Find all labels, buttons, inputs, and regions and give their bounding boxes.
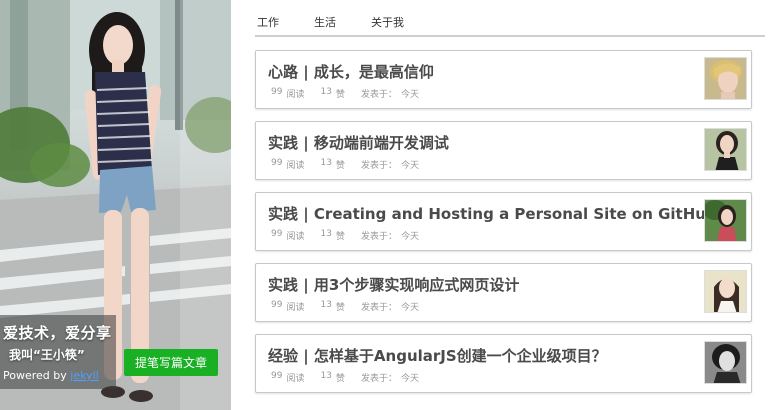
read-label: 阅读	[286, 161, 305, 171]
posted-label: 发表于：	[360, 374, 397, 384]
write-post-button[interactable]: 提笔写篇文章	[124, 349, 218, 376]
avatar-woman-long-hair-icon	[704, 270, 747, 313]
post-card[interactable]: 实践 | 用3个步骤实现响应式网页设计 99 阅读 13 赞 发表于： 今天	[255, 263, 752, 322]
post-card[interactable]: 心路 | 成长，是最高信仰 99 阅读 13 赞 发表于： 今天	[255, 50, 752, 109]
read-label: 阅读	[286, 303, 305, 313]
post-meta: 99 阅读 13 赞 发表于： 今天	[271, 158, 419, 171]
posted-label: 发表于：	[360, 232, 397, 242]
like-label: 赞	[335, 232, 345, 242]
like-label: 赞	[335, 90, 345, 100]
hero-name: 我叫“王小筷”	[9, 348, 85, 362]
top-nav: 工作 生活 关于我	[255, 16, 765, 37]
read-label: 阅读	[286, 374, 305, 384]
posted-label: 发表于：	[360, 303, 397, 313]
like-count: 13	[320, 300, 332, 310]
hero-slogan: 爱技术，爱分享	[3, 324, 112, 342]
like-count: 13	[320, 87, 332, 97]
read-count: 99	[271, 229, 283, 239]
read-label: 阅读	[286, 232, 305, 242]
post-card[interactable]: 经验 | 怎样基于AngularJS创建一个企业级项目？ 99 阅读 13 赞 …	[255, 334, 752, 393]
post-title[interactable]: 实践 | Creating and Hosting a Personal Sit…	[268, 203, 717, 224]
read-count: 99	[271, 87, 283, 97]
avatar-woman-dark-hair-icon	[704, 128, 747, 171]
tab-about[interactable]: 关于我	[369, 16, 404, 35]
posted-date: 今天	[400, 374, 419, 384]
posted-date: 今天	[400, 303, 419, 313]
like-count: 13	[320, 371, 332, 381]
tab-work[interactable]: 工作	[255, 16, 279, 35]
like-label: 赞	[335, 303, 345, 313]
posted-date: 今天	[400, 232, 419, 242]
avatar-vintage-bw-portrait-icon	[704, 341, 747, 384]
jekyll-link[interactable]: jekyll	[70, 369, 98, 382]
post-meta: 99 阅读 13 赞 发表于： 今天	[271, 371, 419, 384]
post-title[interactable]: 实践 | 移动端前端开发调试	[268, 132, 449, 153]
read-count: 99	[271, 158, 283, 168]
powered-by: Powered by jekyll	[3, 369, 99, 382]
read-count: 99	[271, 300, 283, 310]
like-count: 13	[320, 229, 332, 239]
post-title[interactable]: 实践 | 用3个步骤实现响应式网页设计	[268, 274, 519, 295]
posted-date: 今天	[400, 161, 419, 171]
hero-panel: 爱技术，爱分享 我叫“王小筷” Powered by jekyll 提笔写篇文章	[0, 0, 231, 410]
post-meta: 99 阅读 13 赞 发表于： 今天	[271, 229, 419, 242]
posted-date: 今天	[400, 90, 419, 100]
like-label: 赞	[335, 161, 345, 171]
read-count: 99	[271, 371, 283, 381]
like-count: 13	[320, 158, 332, 168]
post-meta: 99 阅读 13 赞 发表于： 今天	[271, 87, 419, 100]
posted-label: 发表于：	[360, 161, 397, 171]
like-label: 赞	[335, 374, 345, 384]
tab-life[interactable]: 生活	[312, 16, 336, 35]
read-label: 阅读	[286, 90, 305, 100]
post-title[interactable]: 经验 | 怎样基于AngularJS创建一个企业级项目？	[268, 345, 607, 366]
post-card[interactable]: 实践 | 移动端前端开发调试 99 阅读 13 赞 发表于： 今天	[255, 121, 752, 180]
powered-by-prefix: Powered by	[3, 369, 71, 382]
posted-label: 发表于：	[360, 90, 397, 100]
post-title[interactable]: 心路 | 成长，是最高信仰	[268, 61, 434, 82]
avatar-blonde-short-hair-icon	[704, 57, 747, 100]
post-list: 心路 | 成长，是最高信仰 99 阅读 13 赞 发表于： 今天 实践 | 移动端…	[255, 50, 752, 405]
post-card[interactable]: 实践 | Creating and Hosting a Personal Sit…	[255, 192, 752, 251]
avatar-woman-outdoor-icon	[704, 199, 747, 242]
post-meta: 99 阅读 13 赞 发表于： 今天	[271, 300, 419, 313]
